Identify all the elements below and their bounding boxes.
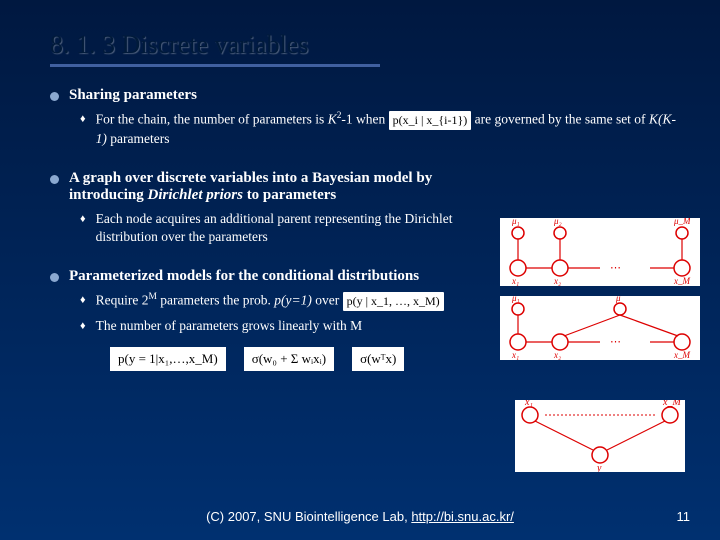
slide-title: 8. 1. 3 Discrete variables xyxy=(50,30,680,60)
svg-text:μ₁μ₂μ_M x₁x₂x_M: μ₁μ₂μ_M x₁x₂x_M xyxy=(511,218,693,286)
diagram-chain-shared: μ₁μ x₁x₂x_M ⋯ xyxy=(500,296,700,360)
diamond-icon: ♦ xyxy=(80,319,86,334)
bullet-bayesian: A graph over discrete variables into a B… xyxy=(50,170,470,204)
sub-text: For the chain, the number of parameters … xyxy=(96,110,680,148)
footer: (C) 2007, SNU Biointelligence Lab, http:… xyxy=(0,509,720,524)
footer-link[interactable]: http://bi.snu.ac.kr/ xyxy=(411,509,514,524)
formula-2: σ(w₀ + Σ wᵢxᵢ) xyxy=(244,347,334,371)
bullet-marker-icon xyxy=(50,175,59,184)
bullet-label: Sharing parameters xyxy=(69,87,197,104)
sub-text: The number of parameters grows linearly … xyxy=(96,317,363,335)
footer-text: (C) 2007, SNU Biointelligence Lab, xyxy=(206,509,411,524)
svg-text:⋯: ⋯ xyxy=(610,336,621,348)
formula-1: p(y = 1|x₁,…,x_M) xyxy=(110,347,226,371)
svg-text:μ₁μ x₁x₂x_M: μ₁μ x₁x₂x_M xyxy=(511,296,690,360)
sub-bullet: ♦ For the chain, the number of parameter… xyxy=(80,110,680,148)
bullet-marker-icon xyxy=(50,92,59,101)
sub-text: Require 2M parameters the prob. p(y=1) o… xyxy=(96,291,444,311)
page-number: 11 xyxy=(677,509,691,524)
title-underline xyxy=(50,64,380,67)
bullet-sharing: Sharing parameters xyxy=(50,87,680,104)
svg-text:⋯: ⋯ xyxy=(610,262,621,274)
diamond-icon: ♦ xyxy=(80,212,86,227)
diagram-chain-mu: μ₁μ₂μ_M x₁x₂x_M ⋯ xyxy=(500,218,700,286)
bullet-marker-icon xyxy=(50,273,59,282)
bullet-label: Parameterized models for the conditional… xyxy=(69,268,419,285)
sub-bullet: ♦ Each node acquires an additional paren… xyxy=(80,210,500,246)
sub-text: Each node acquires an additional parent … xyxy=(96,210,500,246)
diamond-icon: ♦ xyxy=(80,112,86,127)
diamond-icon: ♦ xyxy=(80,293,86,308)
diagram-y-parents: x₁x_My xyxy=(515,400,685,472)
bullet-label: A graph over discrete variables into a B… xyxy=(69,170,470,204)
formula-3: σ(wᵀx) xyxy=(352,347,404,371)
